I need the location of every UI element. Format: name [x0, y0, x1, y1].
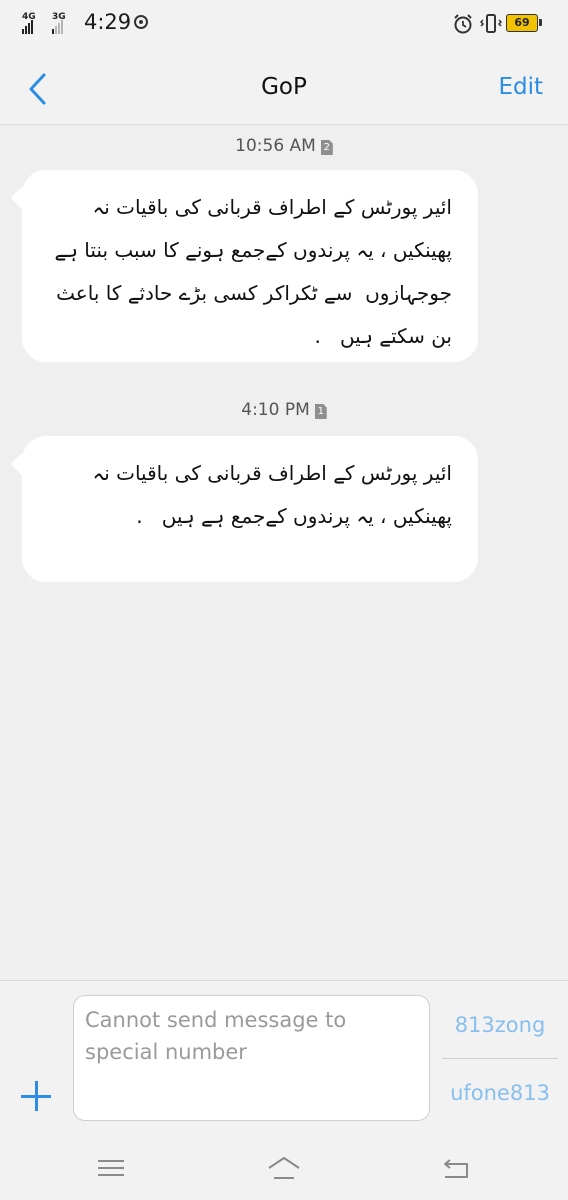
message-timestamp: 4:10 PM 1 [0, 400, 568, 420]
home-icon[interactable] [266, 1154, 302, 1182]
message-bubble[interactable]: ائیر پورٹس کے اطراف قربانی کی باقیات نہ … [22, 170, 478, 362]
divider [442, 1058, 558, 1059]
sim-2-icon: 2 [320, 140, 333, 155]
sync-icon [134, 15, 148, 29]
alarm-icon [454, 14, 472, 34]
conversation-title: GoP [261, 74, 307, 100]
send-sim2-button[interactable]: ufone813 [442, 1081, 558, 1105]
plus-icon[interactable] [19, 1079, 53, 1113]
status-bar: 4G 3G 4:29 69 [0, 0, 568, 52]
input-placeholder: Cannot send message to special number [85, 1008, 347, 1064]
send-sim1-button[interactable]: 813zong [442, 1013, 558, 1037]
timestamp-text: 4:10 PM [241, 400, 310, 420]
message-text: ائیر پورٹس کے اطراف قربانی کی باقیات نہ … [43, 195, 453, 348]
signal-icon: 4G 3G [22, 12, 78, 36]
status-time: 4:29 [84, 10, 132, 34]
message-bubble[interactable]: ائیر پورٹس کے اطراف قربانی کی باقیات نہ … [22, 436, 478, 582]
sim-1-icon: 1 [314, 404, 327, 419]
timestamp-text: 10:56 AM [235, 136, 316, 156]
conversation-header: GoP Edit [0, 52, 568, 125]
battery-icon: 69 [506, 14, 542, 32]
edit-button[interactable]: Edit [498, 74, 543, 100]
message-input[interactable]: Cannot send message to special number [73, 995, 430, 1121]
vibrate-icon [480, 14, 502, 33]
message-composer: Cannot send message to special number 81… [0, 980, 568, 1139]
message-timestamp: 10:56 AM 2 [0, 136, 568, 156]
system-navigation-bar [0, 1138, 568, 1200]
menu-icon[interactable] [95, 1154, 127, 1182]
back-icon[interactable] [440, 1154, 472, 1182]
message-text: ائیر پورٹس کے اطراف قربانی کی باقیات نہ … [86, 461, 452, 528]
